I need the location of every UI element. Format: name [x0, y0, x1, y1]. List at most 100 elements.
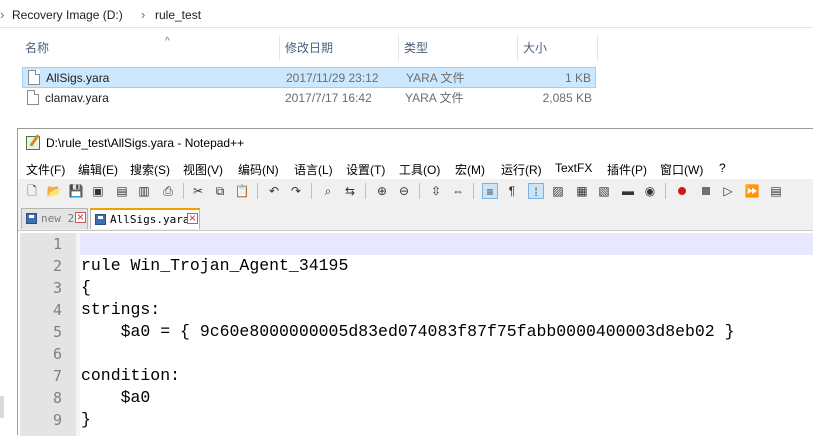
line-number-gutter: 1 2 3 4 5 6 7 8 9 [20, 233, 76, 436]
scrollbar-stub[interactable] [0, 396, 4, 418]
folder-workspace-icon[interactable]: ▬ [620, 183, 636, 199]
line-number: 3 [52, 279, 62, 297]
cut-icon[interactable]: ✂ [190, 183, 206, 199]
file-size: 1 KB [564, 71, 591, 85]
indent-guide-icon[interactable]: ⁞ [528, 183, 544, 199]
window-title: D:\rule_test\AllSigs.yara - Notepad++ [46, 136, 245, 150]
menu-help[interactable]: ? [719, 161, 726, 175]
tab-close-icon[interactable]: × [187, 213, 198, 224]
sync-vertical-icon[interactable]: ⇳ [428, 183, 444, 199]
toolbar-separator [473, 183, 474, 199]
menu-view[interactable]: 视图(V) [183, 161, 223, 178]
play-macro-icon[interactable]: ▷ [720, 183, 736, 199]
user-language-icon[interactable]: ▨ [550, 183, 566, 199]
record-macro-icon[interactable] [674, 183, 690, 199]
menu-tools[interactable]: 工具(O) [399, 161, 440, 178]
find-icon[interactable]: ⌕ [320, 183, 336, 199]
paste-icon[interactable]: 📋 [234, 183, 250, 199]
document-icon [95, 214, 106, 225]
file-name: AllSigs.yara [46, 71, 110, 85]
file-modified: 2017/11/29 23:12 [286, 71, 379, 85]
current-line-highlight [80, 233, 813, 255]
column-header-name[interactable]: 名称 ^ [20, 35, 280, 61]
code-line[interactable]: } [81, 409, 91, 431]
menu-bar: 文件(F) 编辑(E) 搜索(S) 视图(V) 编码(N) 语言(L) 设置(T… [18, 157, 813, 179]
toolbar-separator [257, 183, 258, 199]
toolbar-separator [419, 183, 420, 199]
menu-textfx[interactable]: TextFX [555, 161, 592, 175]
breadcrumb-folder[interactable]: rule_test [155, 8, 201, 22]
save-macro-icon[interactable]: ▤ [768, 183, 784, 199]
tab-allsigs-yara[interactable]: AllSigs.yara × [90, 208, 200, 229]
file-type: YARA 文件 [406, 71, 465, 85]
code-line[interactable]: strings: [81, 299, 160, 321]
new-file-icon[interactable]: 🗋 [24, 183, 40, 199]
print-icon[interactable]: ⎙ [160, 183, 176, 199]
title-bar[interactable]: D:\rule_test\AllSigs.yara - Notepad++ [18, 129, 813, 157]
menu-language[interactable]: 语言(L) [294, 161, 333, 178]
zoom-in-icon[interactable]: ⊕ [374, 183, 390, 199]
copy-icon[interactable]: ⧉ [212, 183, 228, 199]
code-editor[interactable]: 1 2 3 4 5 6 7 8 9 rule Win_Trojan_Agent_… [18, 230, 813, 436]
menu-window[interactable]: 窗口(W) [660, 161, 703, 178]
column-header-type[interactable]: 类型 [399, 35, 518, 61]
menu-file[interactable]: 文件(F) [26, 161, 65, 178]
save-icon[interactable]: 💾 [68, 183, 84, 199]
breadcrumb-drive[interactable]: Recovery Image (D:) [12, 8, 123, 22]
file-icon [27, 90, 39, 105]
doc-map-icon[interactable]: ▧ [596, 183, 612, 199]
column-header-size[interactable]: 大小 [518, 35, 598, 61]
code-line[interactable]: $a0 [81, 387, 151, 409]
open-file-icon[interactable]: 📂 [46, 183, 62, 199]
line-number: 1 [52, 235, 62, 253]
monitor-icon[interactable]: ◉ [642, 183, 658, 199]
sync-horizontal-icon[interactable]: ⇔ [450, 183, 466, 199]
menu-macro[interactable]: 宏(M) [455, 161, 485, 178]
file-size: 2,085 KB [542, 91, 592, 105]
close-icon[interactable]: ▤ [114, 183, 130, 199]
undo-icon[interactable]: ↶ [266, 183, 282, 199]
menu-search[interactable]: 搜索(S) [130, 161, 170, 178]
tab-new-2[interactable]: new 2 × [21, 208, 88, 229]
chevron-right-icon: › [141, 7, 146, 22]
close-all-icon[interactable]: ▥ [136, 183, 152, 199]
zoom-out-icon[interactable]: ⊖ [396, 183, 412, 199]
menu-run[interactable]: 运行(R) [501, 161, 542, 178]
file-row-allsigs[interactable]: AllSigs.yara 2017/11/29 23:12 YARA 文件 1 … [22, 67, 596, 88]
menu-edit[interactable]: 编辑(E) [78, 161, 118, 178]
save-all-icon[interactable]: ▣ [90, 183, 106, 199]
line-number: 6 [52, 345, 62, 363]
chevron-right-icon: › [0, 7, 5, 22]
word-wrap-icon[interactable]: ≡ [482, 183, 498, 199]
stop-macro-icon[interactable] [698, 183, 714, 199]
menu-encoding[interactable]: 编码(N) [238, 161, 279, 178]
code-line[interactable]: { [81, 277, 91, 299]
line-number: 2 [52, 257, 62, 275]
file-row-clamav[interactable]: clamav.yara 2017/7/17 16:42 YARA 文件 2,08… [22, 88, 596, 109]
file-name: clamav.yara [45, 91, 109, 105]
function-list-icon[interactable]: ▦ [574, 183, 590, 199]
redo-icon[interactable]: ↷ [288, 183, 304, 199]
line-number: 7 [52, 367, 62, 385]
toolbar-separator [183, 183, 184, 199]
code-line[interactable]: rule Win_Trojan_Agent_34195 [81, 255, 348, 277]
address-bar[interactable]: › Recovery Image (D:) › rule_test [0, 5, 813, 28]
replace-icon[interactable]: ⇆ [342, 183, 358, 199]
code-line[interactable]: $a0 = { 9c60e8000000005d83ed074083f87f75… [81, 321, 735, 343]
column-header-modified[interactable]: 修改日期 [280, 35, 399, 61]
toolbar-separator [311, 183, 312, 199]
menu-settings[interactable]: 设置(T) [346, 161, 385, 178]
code-line[interactable]: condition: [81, 365, 180, 387]
file-modified: 2017/7/17 16:42 [285, 91, 372, 105]
fold-margin[interactable] [76, 233, 80, 436]
line-number: 4 [52, 301, 62, 319]
line-number: 9 [52, 411, 62, 429]
toolbar-separator [665, 183, 666, 199]
show-all-chars-icon[interactable]: ¶ [504, 183, 520, 199]
run-macro-multiple-icon[interactable]: ⏩ [744, 183, 760, 199]
menu-plugins[interactable]: 插件(P) [607, 161, 647, 178]
toolbar: 🗋 📂 💾 ▣ ▤ ▥ ⎙ ✂ ⧉ 📋 ↶ ↷ ⌕ ⇆ ⊕ ⊖ ⇳ ⇔ ≡ ¶ … [18, 179, 813, 203]
document-icon [26, 213, 37, 224]
toolbar-separator [365, 183, 366, 199]
tab-close-icon[interactable]: × [75, 212, 86, 223]
